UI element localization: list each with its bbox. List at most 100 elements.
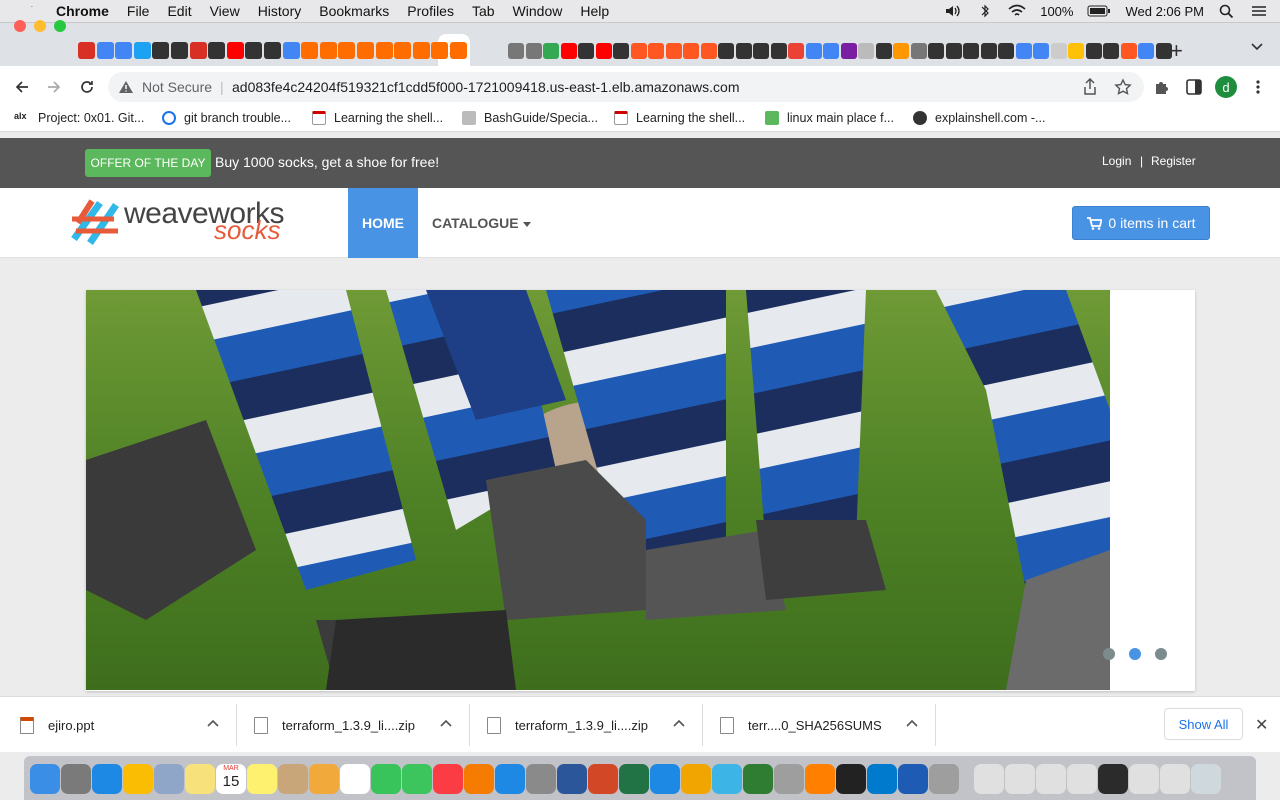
folder-icon[interactable] — [1036, 764, 1066, 794]
menu-file[interactable]: File — [127, 3, 150, 19]
tab-favicon-icon[interactable] — [1015, 42, 1032, 59]
bookmark-item[interactable]: Learning the shell... — [312, 111, 443, 125]
tab-favicon-icon[interactable] — [115, 42, 133, 59]
preview-icon[interactable] — [154, 764, 184, 794]
tab-favicon-icon[interactable] — [840, 42, 857, 59]
virtualbox-icon[interactable] — [898, 764, 928, 794]
tab-favicon-icon[interactable] — [508, 42, 525, 59]
tab-favicon-icon[interactable] — [805, 42, 822, 59]
volume-icon[interactable] — [944, 4, 962, 18]
url-text[interactable]: ad083fe4c24204f519321cf1cdd5f000-1721009… — [232, 79, 740, 95]
carousel-dot-active[interactable] — [1129, 648, 1141, 660]
screenshot-icon[interactable] — [929, 764, 959, 794]
download-options-chevron-icon[interactable] — [439, 716, 453, 730]
tab-favicon-icon[interactable] — [263, 42, 281, 59]
tab-favicon-icon[interactable] — [319, 42, 337, 59]
tab-favicon-icon[interactable] — [788, 42, 805, 59]
menu-app-name[interactable]: Chrome — [56, 3, 109, 19]
download-item[interactable]: terr....0_SHA256SUMS — [720, 717, 882, 734]
slack-icon[interactable] — [712, 764, 742, 794]
menu-tab[interactable]: Tab — [472, 3, 495, 19]
tab-favicon-icon[interactable] — [1068, 42, 1085, 59]
security-status-label[interactable]: Not Secure — [142, 79, 212, 95]
powerpoint-icon[interactable] — [588, 764, 618, 794]
tab-favicon-icon[interactable] — [735, 42, 752, 59]
tab-favicon-icon[interactable] — [823, 42, 840, 59]
weaveworks-socks-logo[interactable]: weaveworks socks — [70, 195, 310, 251]
offer-of-the-day-button[interactable]: OFFER OF THE DAY — [85, 149, 211, 177]
menubar-clock[interactable]: Wed 2:06 PM — [1125, 4, 1204, 19]
close-window-button[interactable] — [14, 20, 26, 32]
tab-favicon-icon[interactable] — [928, 42, 945, 59]
download-options-chevron-icon[interactable] — [206, 716, 220, 730]
vlc-icon[interactable] — [805, 764, 835, 794]
bookmark-star-icon[interactable] — [1114, 78, 1132, 96]
tab-favicon-icon[interactable] — [338, 42, 356, 59]
extensions-puzzle-icon[interactable] — [1153, 78, 1171, 96]
facetime-icon[interactable] — [402, 764, 432, 794]
tab-favicon-icon[interactable] — [770, 42, 787, 59]
app-store-icon[interactable] — [495, 764, 525, 794]
apple-logo-icon[interactable] — [22, 3, 38, 19]
bookmark-item[interactable]: Learning the shell... — [614, 111, 745, 125]
tab-favicon-icon[interactable] — [449, 42, 467, 59]
tab-favicon-icon[interactable] — [613, 42, 630, 59]
bookmark-item[interactable]: linux main place f... — [765, 111, 894, 125]
terminal-window-icon[interactable] — [1098, 764, 1128, 794]
carousel-slide-image[interactable] — [86, 290, 1110, 690]
tab-favicon-icon[interactable] — [945, 42, 962, 59]
tab-favicon-icon[interactable] — [525, 42, 542, 59]
folder-icon[interactable] — [1129, 764, 1159, 794]
forward-arrow-icon[interactable] — [46, 79, 62, 95]
download-item[interactable]: terraform_1.3.9_li....zip — [487, 717, 648, 734]
tab-favicon-icon[interactable] — [189, 42, 207, 59]
calendar-icon[interactable]: MAR 15 — [216, 764, 246, 794]
tab-favicon-icon[interactable] — [683, 42, 700, 59]
tab-favicon-icon[interactable] — [1085, 42, 1102, 59]
tab-favicon-icon[interactable] — [133, 42, 151, 59]
warning-triangle-icon[interactable] — [118, 80, 134, 94]
tab-favicon-icon[interactable] — [893, 42, 910, 59]
tab-favicon-icon[interactable] — [96, 42, 114, 59]
excel-icon[interactable] — [619, 764, 649, 794]
reminders-icon[interactable] — [340, 764, 370, 794]
safari-icon[interactable] — [92, 764, 122, 794]
folder-icon[interactable] — [1067, 764, 1097, 794]
download-item[interactable]: terraform_1.3.9_li....zip — [254, 717, 415, 734]
tab-favicon-icon[interactable] — [578, 42, 595, 59]
tab-favicon-icon[interactable] — [543, 42, 560, 59]
folder-icon[interactable] — [1160, 764, 1190, 794]
contacts-icon[interactable] — [278, 764, 308, 794]
tab-favicon-icon[interactable] — [753, 42, 770, 59]
tab-favicon-icon[interactable] — [630, 42, 647, 59]
tab-favicon-icon[interactable] — [412, 42, 430, 59]
tab-favicon-icon[interactable] — [208, 42, 226, 59]
spotlight-search-icon[interactable] — [1218, 4, 1236, 18]
carousel-dot[interactable] — [1155, 648, 1167, 660]
profile-avatar[interactable]: d — [1215, 76, 1237, 98]
new-tab-button[interactable]: + — [1170, 38, 1183, 64]
tab-favicon-icon[interactable] — [1050, 42, 1067, 59]
tab-favicon-icon[interactable] — [152, 42, 170, 59]
music-icon[interactable] — [433, 764, 463, 794]
tab-favicon-icon[interactable] — [301, 42, 319, 59]
login-link[interactable]: Login — [1102, 154, 1131, 168]
outlook-icon[interactable] — [681, 764, 711, 794]
download-options-chevron-icon[interactable] — [905, 716, 919, 730]
register-link[interactable]: Register — [1151, 154, 1196, 168]
tab-favicon-icon[interactable] — [963, 42, 980, 59]
wifi-icon[interactable] — [1008, 4, 1026, 18]
tab-favicon-icon[interactable] — [245, 42, 263, 59]
tab-favicon-icon[interactable] — [1033, 42, 1050, 59]
download-options-chevron-icon[interactable] — [672, 716, 686, 730]
cart-button[interactable]: 0 items in cart — [1072, 206, 1210, 240]
word-icon[interactable] — [557, 764, 587, 794]
tab-favicon-icon[interactable] — [170, 42, 188, 59]
tab-favicon-icon[interactable] — [226, 42, 244, 59]
globe-icon[interactable] — [743, 764, 773, 794]
downloads-icon[interactable] — [1005, 764, 1035, 794]
tab-favicon-icon[interactable] — [700, 42, 717, 59]
menu-profiles[interactable]: Profiles — [407, 3, 454, 19]
tab-favicon-icon[interactable] — [595, 42, 612, 59]
more-menu-icon[interactable] — [1252, 79, 1264, 95]
